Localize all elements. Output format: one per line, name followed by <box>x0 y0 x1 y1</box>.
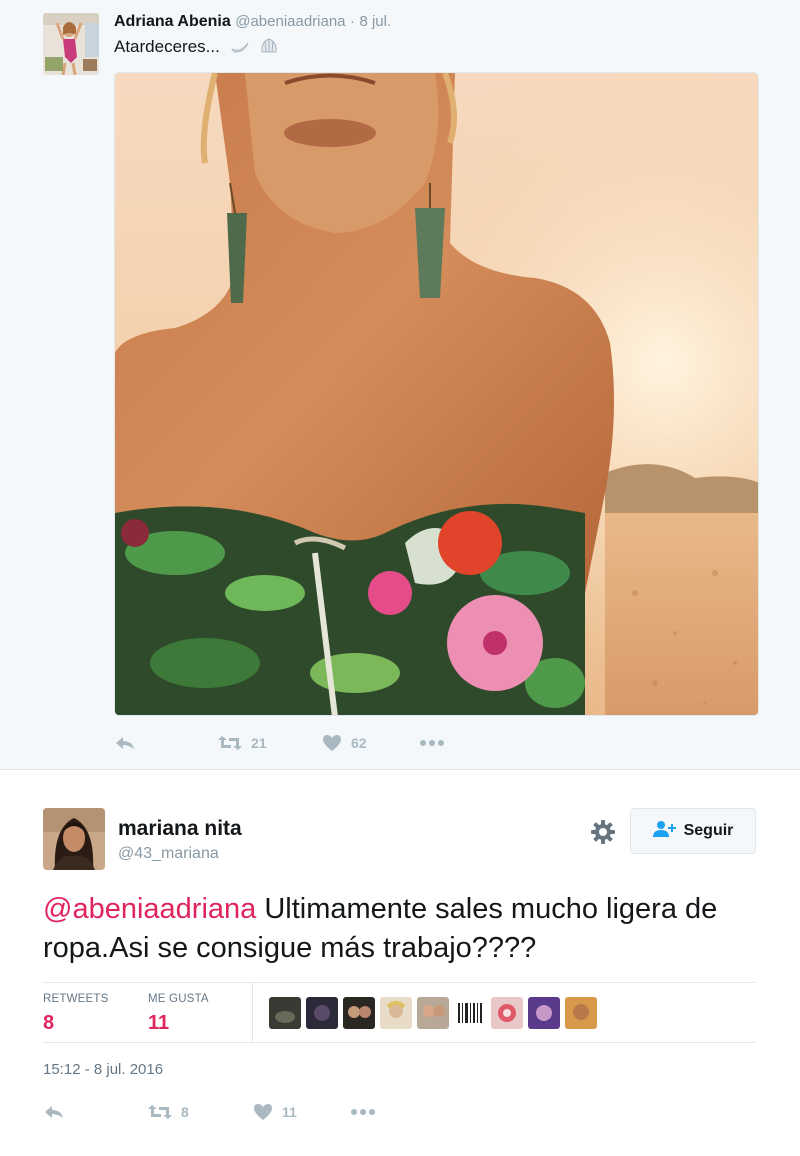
moon-emoji-icon <box>229 37 251 60</box>
reply-icon <box>43 1103 65 1121</box>
likes-stat[interactable]: ME GUSTA 11 <box>148 993 209 1035</box>
more-button[interactable] <box>350 1099 376 1125</box>
tweet-photo[interactable] <box>114 72 759 716</box>
retweets-value: 8 <box>43 1012 55 1034</box>
separator: · <box>349 13 355 30</box>
retweets-stat[interactable]: RETWEETS 8 <box>43 993 109 1035</box>
retweet-count: 8 <box>181 1104 189 1120</box>
likes-label: ME GUSTA <box>148 993 209 1005</box>
like-count: 11 <box>282 1104 297 1120</box>
retweet-icon <box>147 1103 173 1121</box>
tweet-header: Adriana Abenia @abeniaadriana · 8 jul. <box>114 13 391 31</box>
retweet-button[interactable]: 21 <box>217 730 267 756</box>
liker-avatar[interactable] <box>417 997 449 1029</box>
liker-avatar[interactable] <box>528 997 560 1029</box>
reply-button[interactable] <box>114 730 136 756</box>
retweet-count: 21 <box>251 735 267 751</box>
more-icon <box>350 1108 376 1116</box>
retweet-icon <box>217 734 243 752</box>
author-handle[interactable]: @43_mariana <box>118 845 219 863</box>
liker-avatar[interactable] <box>269 997 301 1029</box>
likers-list <box>269 997 597 1029</box>
tweet-text: Atardeceres... <box>114 37 279 60</box>
tweet-text-content: Atardeceres... <box>114 37 220 56</box>
parent-tweet: Adriana Abenia @abeniaadriana · 8 jul. A… <box>0 0 800 770</box>
like-button[interactable]: 62 <box>321 730 367 756</box>
reply-button[interactable] <box>43 1099 65 1125</box>
more-icon <box>419 739 445 747</box>
likes-value: 11 <box>148 1012 170 1034</box>
tweet-date[interactable]: 8 jul. <box>359 13 391 30</box>
mention-link[interactable]: @abeniaadriana <box>43 893 256 925</box>
author-handle[interactable]: @abeniaadriana <box>235 13 345 30</box>
like-button[interactable]: 11 <box>252 1099 297 1125</box>
gear-icon[interactable] <box>590 819 616 845</box>
author-name[interactable]: Adriana Abenia <box>114 13 231 30</box>
like-icon <box>321 734 343 752</box>
follow-label: Seguir <box>683 822 734 839</box>
shell-emoji-icon <box>259 37 279 60</box>
reply-icon <box>114 734 136 752</box>
more-button[interactable] <box>419 730 445 756</box>
tweet-actions: 21 62 <box>114 730 514 756</box>
avatar[interactable] <box>43 808 105 870</box>
follow-button[interactable]: Seguir <box>630 808 756 854</box>
liker-avatar[interactable] <box>343 997 375 1029</box>
avatar[interactable] <box>43 13 99 75</box>
liker-avatar[interactable] <box>454 997 486 1029</box>
retweet-button[interactable]: 8 <box>147 1099 189 1125</box>
tweet-timestamp[interactable]: 15:12 - 8 jul. 2016 <box>43 1061 163 1078</box>
tweet-stats: RETWEETS 8 ME GUSTA 11 <box>43 982 756 1043</box>
tweet-text: @abeniaadriana Ultimamente sales mucho l… <box>43 890 763 968</box>
like-count: 62 <box>351 735 367 751</box>
liker-avatar[interactable] <box>306 997 338 1029</box>
stats-divider <box>252 983 253 1042</box>
liker-avatar[interactable] <box>380 997 412 1029</box>
liker-avatar[interactable] <box>491 997 523 1029</box>
liker-avatar[interactable] <box>565 997 597 1029</box>
add-user-icon <box>652 820 677 843</box>
retweets-label: RETWEETS <box>43 993 109 1005</box>
like-icon <box>252 1103 274 1121</box>
tweet-actions: 8 11 <box>43 1099 443 1125</box>
author-name[interactable]: mariana nita <box>118 817 242 841</box>
